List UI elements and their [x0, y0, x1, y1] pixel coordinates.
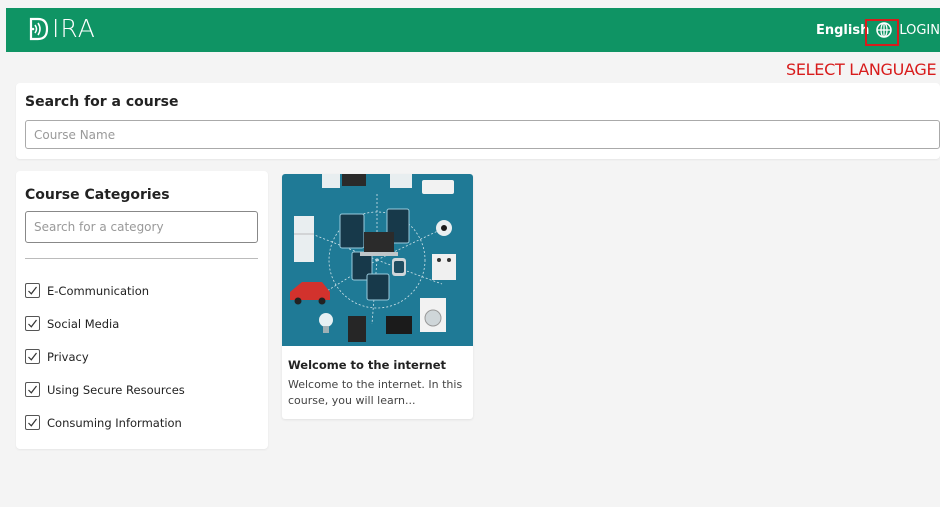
category-list: E-Communication Social Media Privacy Usi… — [25, 274, 185, 439]
course-categories-card: Course Categories E-Communication Social… — [16, 171, 268, 449]
course-card-welcome-to-the-internet[interactable]: Welcome to the internet Welcome to the i… — [282, 174, 473, 419]
language-highlight-box — [865, 19, 899, 46]
categories-divider — [25, 258, 258, 259]
categories-title: Course Categories — [25, 187, 170, 203]
course-search-card: Search for a course — [16, 83, 940, 159]
checkmark-icon — [28, 319, 37, 328]
category-label: Privacy — [47, 349, 89, 364]
category-label: Consuming Information — [47, 415, 182, 430]
category-item-e-communication[interactable]: E-Communication — [25, 274, 185, 307]
course-description: Welcome to the internet. In this course,… — [288, 378, 463, 407]
top-navbar: IRA English LOGIN — [6, 8, 940, 52]
course-search-title: Search for a course — [25, 94, 179, 110]
category-item-consuming-information[interactable]: Consuming Information — [25, 406, 185, 439]
category-checkbox[interactable] — [25, 415, 40, 430]
category-item-privacy[interactable]: Privacy — [25, 340, 185, 373]
checkmark-icon — [28, 385, 37, 394]
logo-text: IRA — [52, 14, 96, 43]
dira-logo[interactable]: IRA — [28, 14, 96, 43]
checkmark-icon — [28, 286, 37, 295]
category-checkbox[interactable] — [25, 316, 40, 331]
category-label: Social Media — [47, 316, 120, 331]
logo-mark-icon — [29, 17, 49, 40]
category-search-input[interactable] — [25, 211, 258, 243]
category-item-using-secure-resources[interactable]: Using Secure Resources — [25, 373, 185, 406]
course-thumbnail-iot-illustration — [282, 174, 473, 346]
login-link[interactable]: LOGIN — [899, 23, 940, 38]
category-checkbox[interactable] — [25, 382, 40, 397]
category-label: E-Communication — [47, 283, 150, 298]
category-checkbox[interactable] — [25, 349, 40, 364]
category-checkbox[interactable] — [25, 283, 40, 298]
language-label[interactable]: English — [816, 23, 869, 38]
checkmark-icon — [28, 352, 37, 361]
checkmark-icon — [28, 418, 37, 427]
course-search-input[interactable] — [25, 120, 940, 149]
course-title: Welcome to the internet — [288, 358, 446, 372]
select-language-annotation: SELECT LANGUAGE — [786, 60, 937, 79]
category-item-social-media[interactable]: Social Media — [25, 307, 185, 340]
category-label: Using Secure Resources — [47, 382, 185, 397]
